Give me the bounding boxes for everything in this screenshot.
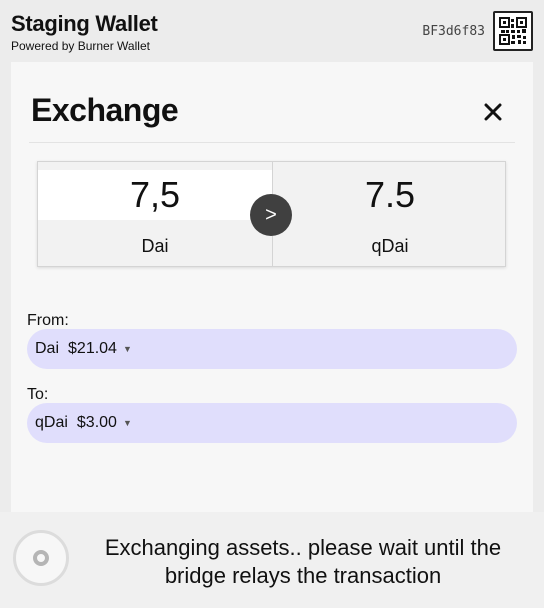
status-message: Exchanging assets.. please wait until th… <box>104 535 502 588</box>
swap-button[interactable]: > <box>250 194 292 236</box>
from-asset-select[interactable]: Dai $21.04 ▼ <box>27 329 517 369</box>
from-label: From: <box>27 312 69 329</box>
from-select-asset: Dai <box>35 340 60 357</box>
app-title: Staging Wallet <box>11 11 158 36</box>
title-divider <box>29 142 515 143</box>
qr-code-button[interactable] <box>493 11 533 51</box>
to-select-asset: qDai <box>35 414 68 431</box>
account-address[interactable]: BF3d6f83 <box>422 24 485 39</box>
from-column: Dai <box>38 162 272 266</box>
from-asset-label: Dai <box>141 236 169 256</box>
page-title: Exchange <box>31 92 179 128</box>
loading-spinner-icon <box>13 530 69 586</box>
to-select-balance: $3.00 <box>76 414 117 431</box>
app-subtitle: Powered by Burner Wallet <box>11 39 150 53</box>
output-amount: 7.5 <box>364 174 416 215</box>
chevron-down-icon: ▼ <box>122 344 132 354</box>
spinner-dot <box>33 550 49 566</box>
amount-input[interactable] <box>38 170 272 220</box>
to-column: 7.5 qDai <box>272 162 506 266</box>
qr-code-icon <box>499 17 527 45</box>
from-select-balance: $21.04 <box>68 340 117 357</box>
header: Staging Wallet Powered by Burner Wallet … <box>0 0 544 62</box>
chevron-down-icon: ▼ <box>122 418 132 428</box>
to-asset-label: qDai <box>371 236 409 256</box>
app-root: Staging Wallet Powered by Burner Wallet … <box>0 0 544 608</box>
close-button[interactable] <box>477 96 509 128</box>
exchange-box: Dai > 7.5 qDai <box>37 161 506 267</box>
to-label: To: <box>27 386 49 403</box>
to-asset-select[interactable]: qDai $3.00 ▼ <box>27 403 517 443</box>
status-bar: Exchanging assets.. please wait until th… <box>0 512 544 608</box>
close-icon <box>484 103 502 121</box>
